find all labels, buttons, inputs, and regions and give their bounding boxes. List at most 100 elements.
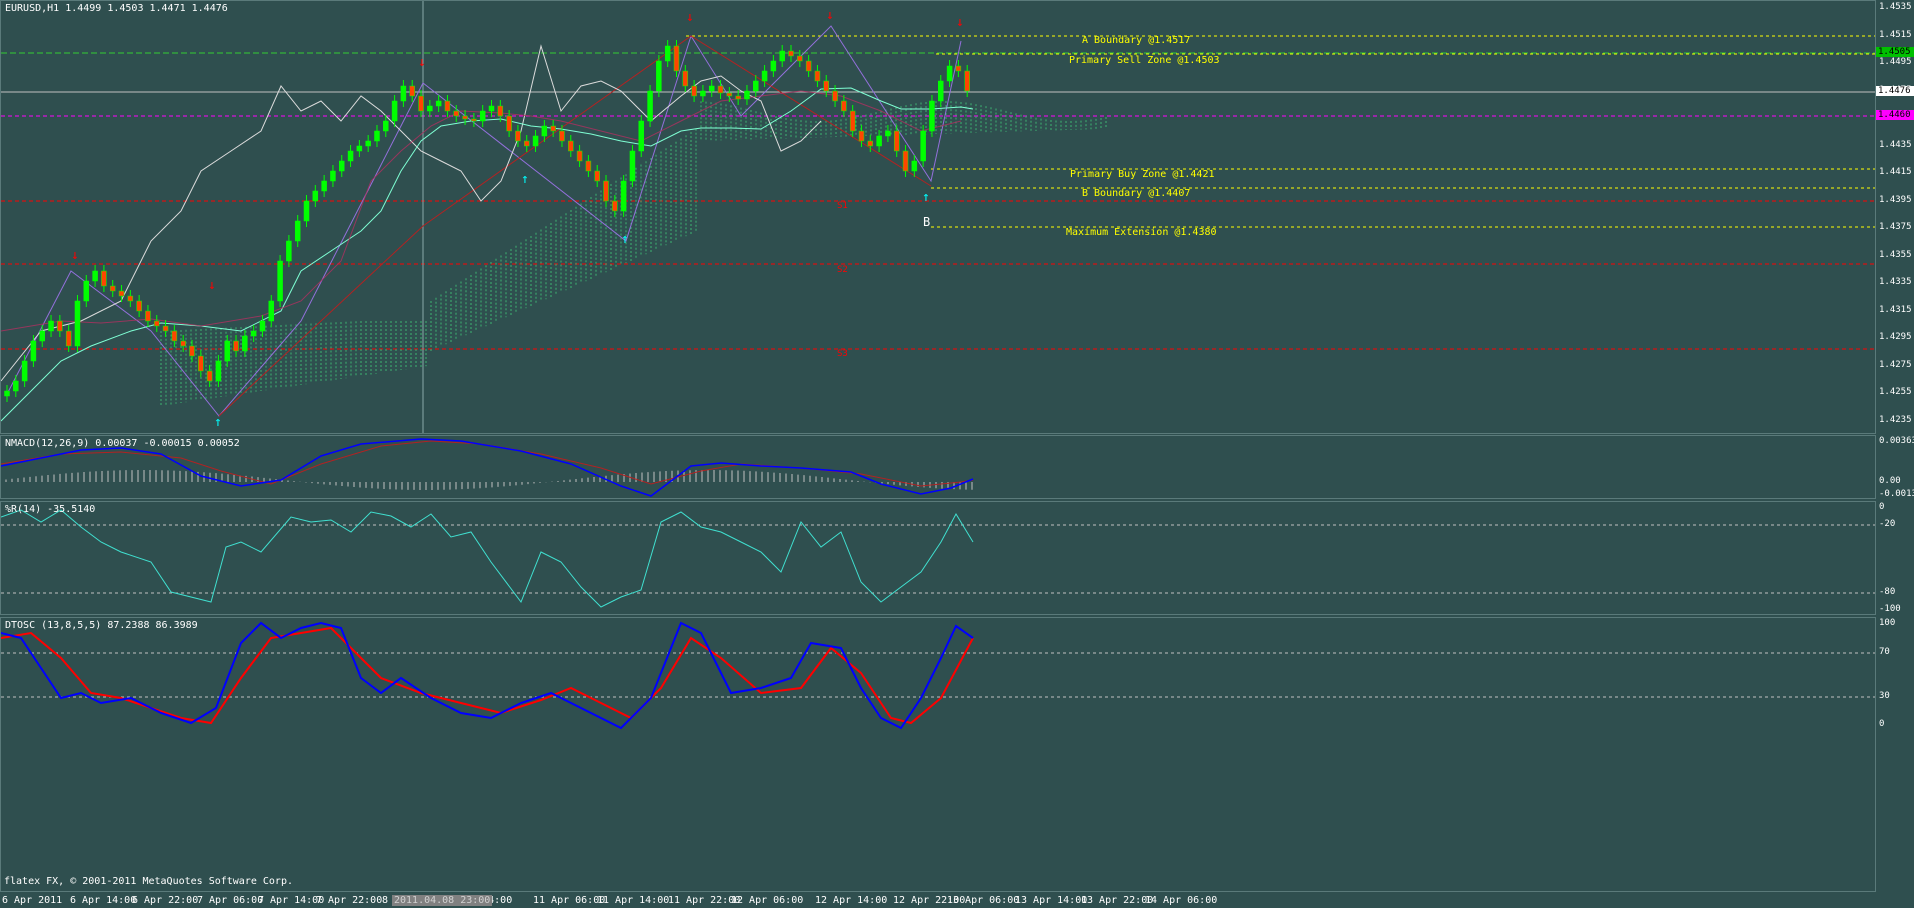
macd-histogram [5,470,973,490]
candle-body [409,85,415,97]
candle-body [691,85,697,97]
candle-body [726,92,733,97]
price-chart-pane[interactable]: ↓ ↓ ↓ ↓ ↓ ↓ ↑ ↑ ↑ ↑ EURUSD,H1 1.4499 1.4503 1.447… [0,0,1876,434]
candle-body [471,118,477,122]
price-chart-canvas[interactable]: ↓ ↓ ↓ ↓ ↓ ↓ ↑ ↑ ↑ ↑ [1,1,1876,434]
candle-body [83,280,90,302]
candle-body [902,150,909,172]
ichimoku-cloud [160,101,1107,406]
candle-body [347,150,354,162]
time-label: 7 Apr 14:00 [258,895,325,906]
dtosc-title: DTOSC (13,8,5,5) 87.2388 86.3989 [5,620,198,631]
candle-body [656,60,662,92]
candle-body [171,330,178,342]
williams-r-pane[interactable]: %R(14) -35.5140 [0,501,1876,615]
candle-body [805,60,812,72]
fractal-down-arrow-icon: ↑ [214,415,222,430]
candle-body [946,65,953,82]
macd-axis[interactable]: 0.00363 0.00 -0.00134 [1876,435,1914,499]
dtosc-tick-30: 30 [1879,691,1890,701]
candle-body [797,55,803,62]
candle-body [814,70,821,82]
dtosc-slow-line [1,626,974,725]
max-extension-label: Maximum Extension @1.4380 [1066,227,1217,238]
candle-body [832,90,838,102]
candle-body [823,80,829,92]
candle-body [418,95,424,112]
s2-label: S2 [837,265,848,275]
candle-body [559,130,565,142]
candle-body [673,45,680,72]
time-label: 6 Apr 14:00 [70,895,137,906]
candle-body [841,100,847,112]
candle-body [761,70,768,82]
candle-body [700,90,706,97]
b-boundary-label: B Boundary @1.4407 [1082,188,1191,199]
wpr-axis[interactable]: 0 -20 -80 -100 [1876,501,1914,615]
candle-body [259,320,266,332]
fractal-up-arrow-icon: ↓ [418,55,426,70]
candle-body [180,340,186,347]
candle-body [48,320,54,332]
candle-body [682,70,689,87]
dtosc-axis[interactable]: 100 70 30 0 [1876,617,1914,892]
candle-body [74,300,81,347]
candle-body [224,340,230,362]
macd-canvas [1,438,974,497]
candle-body [268,300,275,322]
macd-title: NMACD(12,26,9) 0.00037 -0.00015 0.00052 [5,438,240,449]
candle-body [585,160,592,172]
time-axis[interactable]: 14 Apr 06:00 13 Apr 22:00 13 Apr 14:00 13 A… [0,892,1876,908]
s3-label: S3 [837,349,848,359]
candle-body [118,290,125,297]
candle-body [568,140,574,152]
candle-body [603,180,609,202]
price-tick: 1.4295 [1879,332,1912,342]
candle-body [479,110,486,122]
price-tick: 1.4375 [1879,222,1912,232]
cursor-time-badge: 2011.04.08 23:00 [392,895,493,906]
candle-body [145,310,151,322]
candle-body [541,125,548,137]
time-label: 6 Apr 2011 [2,895,63,906]
time-label: 14 Apr 06:00 [1145,895,1218,906]
candle-body [198,355,204,372]
candle-body [162,325,169,332]
fractal-up-arrow-icon: ↓ [826,8,834,23]
candle-body [338,160,345,172]
candle-body [708,85,715,92]
candle-body [955,65,962,72]
candle-body [523,140,530,147]
candle-body [920,130,926,162]
candle-body [770,60,777,72]
macd-tick-bottom: -0.00134 [1879,489,1914,499]
williams-r-canvas [1,509,1875,608]
fractal-up-arrow-icon: ↓ [208,278,216,293]
candle-body [4,390,10,397]
candle-body [938,80,944,102]
candle-body [788,50,794,57]
candle-body [629,150,636,182]
time-label: 7 Apr 22:00 [316,895,383,906]
candle-body [849,110,856,132]
candle-body [744,90,750,100]
candle-body [638,120,645,152]
candle-body [374,130,380,142]
price-tick: 1.4535 [1879,2,1912,12]
tenkan-sen [1,87,974,422]
macd-pane[interactable]: NMACD(12,26,9) 0.00037 -0.00015 0.00052 [0,435,1876,499]
time-label: 6 Apr 22:00 [132,895,199,906]
candle-body [532,135,539,147]
magenta-price-badge: 1.4460 [1876,110,1914,120]
price-tick: 1.4275 [1879,359,1912,370]
s1-label: S1 [837,201,848,211]
dtosc-pane[interactable]: DTOSC (13,8,5,5) 87.2388 86.3989 [0,617,1876,892]
candle-body [92,270,98,282]
price-tick: 1.4315 [1879,304,1912,315]
price-tick: 1.4435 [1879,139,1912,150]
macd-tick-zero: 0.00 [1879,476,1901,486]
candle-body [876,135,882,147]
price-axis[interactable]: 1.45351.45151.44951.44751.44551.44351.44… [1876,0,1914,434]
candle-body [664,45,671,62]
kijun-sen [1,90,962,332]
